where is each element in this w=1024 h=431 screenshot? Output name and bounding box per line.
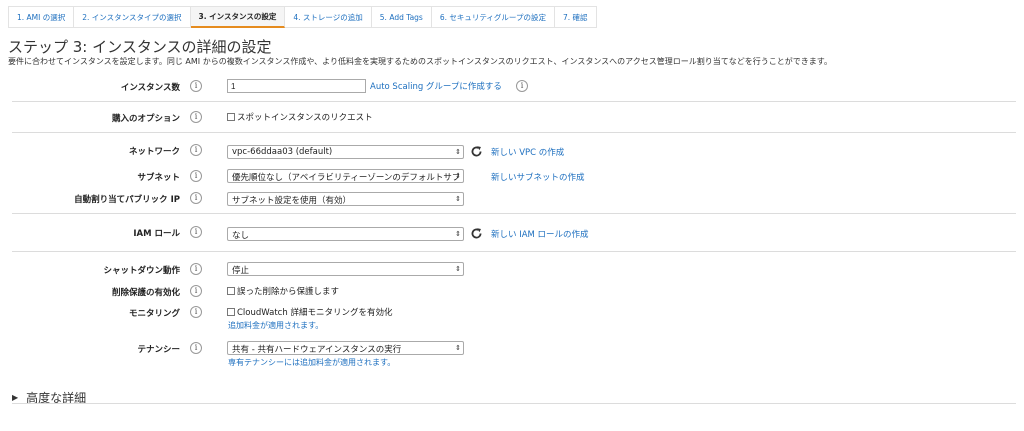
select-arrows-icon: ⇕ (455, 265, 461, 273)
page-description: 要件に合わせてインスタンスを設定します。同じ AMI からの複数インスタンス作成… (8, 57, 832, 66)
purchase-option-label: 購入のオプション (111, 114, 180, 124)
iam-role-select[interactable]: なし ⇕ (227, 227, 464, 241)
subnet-label: サブネット (137, 173, 180, 183)
tab-add-storage[interactable]: 4. ストレージの追加 (285, 6, 372, 28)
network-select-value: vpc-66ddaa03 (default) (232, 147, 333, 157)
tenancy-charge-note[interactable]: 専有テナンシーには追加料金が適用されます。 (228, 357, 395, 368)
termination-protection-label: 削除保護の有効化 (111, 288, 180, 298)
tenancy-select-value: 共有 - 共有ハードウェアインスタンスの実行 (232, 345, 402, 355)
detailed-monitoring-checkbox[interactable] (227, 308, 235, 316)
tab-review[interactable]: 7. 確認 (554, 6, 597, 28)
termination-protection-checkbox[interactable] (227, 287, 235, 295)
wizard-tabs: 1. AMI の選択 2. インスタンスタイプの選択 3. インスタンスの設定 … (8, 6, 597, 28)
shutdown-behavior-select[interactable]: 停止 ⇕ (227, 262, 464, 276)
auto-assign-public-ip-label: 自動割り当てパブリック IP (74, 195, 180, 205)
shutdown-behavior-select-value: 停止 (232, 266, 250, 276)
select-arrows-icon: ⇕ (455, 230, 461, 238)
divider (12, 132, 1016, 133)
expand-triangle-icon: ▶ (12, 393, 19, 402)
iam-role-label: IAM ロール (133, 229, 180, 239)
shutdown-behavior-label: シャットダウン動作 (103, 266, 180, 276)
tenancy-select[interactable]: 共有 - 共有ハードウェアインスタンスの実行 ⇕ (227, 341, 464, 355)
termination-protection-checkbox-label: 誤った削除から保護します (237, 287, 340, 297)
info-icon[interactable]: i (516, 80, 528, 92)
instance-count-label: インスタンス数 (120, 83, 180, 93)
detailed-monitoring-option: CloudWatch 詳細モニタリングを有効化 (227, 306, 392, 318)
info-icon[interactable]: i (190, 111, 202, 123)
divider (12, 251, 1016, 252)
page-title: ステップ 3: インスタンスの詳細の設定 (8, 38, 272, 56)
info-icon[interactable]: i (190, 80, 202, 92)
spot-instance-checkbox[interactable] (227, 113, 235, 121)
termination-protection-option: 誤った削除から保護します (227, 285, 339, 297)
subnet-select[interactable]: 優先順位なし（アベイラビリティーゾーンのデフォルトサブネット） ⇕ (227, 169, 464, 183)
create-auto-scaling-group-link[interactable]: Auto Scaling グループに作成する (370, 80, 502, 92)
select-arrows-icon: ⇕ (455, 344, 461, 352)
create-iam-role-link[interactable]: 新しい IAM ロールの作成 (491, 228, 589, 240)
info-icon[interactable]: i (190, 226, 202, 238)
public-ip-select[interactable]: サブネット設定を使用（有効） ⇕ (227, 192, 464, 206)
public-ip-select-value: サブネット設定を使用（有効） (232, 196, 352, 206)
create-vpc-link[interactable]: 新しい VPC の作成 (491, 146, 564, 158)
refresh-icon[interactable] (470, 145, 483, 158)
divider (12, 213, 1016, 214)
info-icon[interactable]: i (190, 342, 202, 354)
select-arrows-icon: ⇕ (455, 172, 461, 180)
refresh-icon[interactable] (470, 227, 483, 240)
select-arrows-icon: ⇕ (455, 148, 461, 156)
detailed-monitoring-checkbox-label: CloudWatch 詳細モニタリングを有効化 (237, 308, 393, 318)
select-arrows-icon: ⇕ (455, 195, 461, 203)
network-select[interactable]: vpc-66ddaa03 (default) ⇕ (227, 145, 464, 159)
info-icon[interactable]: i (190, 306, 202, 318)
subnet-select-value: 優先順位なし（アベイラビリティーゾーンのデフォルトサブネット） (232, 173, 459, 183)
tab-add-tags[interactable]: 5. Add Tags (371, 6, 432, 28)
network-label: ネットワーク (128, 147, 180, 157)
divider (12, 101, 1016, 102)
tab-configure-security-group[interactable]: 6. セキュリティグループの設定 (431, 6, 555, 28)
info-icon[interactable]: i (190, 192, 202, 204)
monitoring-label: モニタリング (128, 309, 180, 319)
info-icon[interactable]: i (190, 170, 202, 182)
info-icon[interactable]: i (190, 285, 202, 297)
info-icon[interactable]: i (190, 144, 202, 156)
create-subnet-link[interactable]: 新しいサブネットの作成 (491, 171, 585, 183)
monitoring-charge-note[interactable]: 追加料金が適用されます。 (228, 320, 323, 331)
instance-count-input[interactable] (227, 79, 366, 93)
tab-choose-instance-type[interactable]: 2. インスタンスタイプの選択 (74, 6, 191, 28)
spot-instance-option: スポットインスタンスのリクエスト (227, 111, 373, 123)
tab-configure-instance[interactable]: 3. インスタンスの設定 (190, 6, 286, 28)
tab-choose-ami[interactable]: 1. AMI の選択 (8, 6, 75, 28)
info-icon[interactable]: i (190, 263, 202, 275)
iam-role-select-value: なし (232, 231, 250, 241)
spot-instance-checkbox-label: スポットインスタンスのリクエスト (237, 113, 373, 123)
tenancy-label: テナンシー (137, 345, 180, 355)
divider (12, 403, 1016, 404)
